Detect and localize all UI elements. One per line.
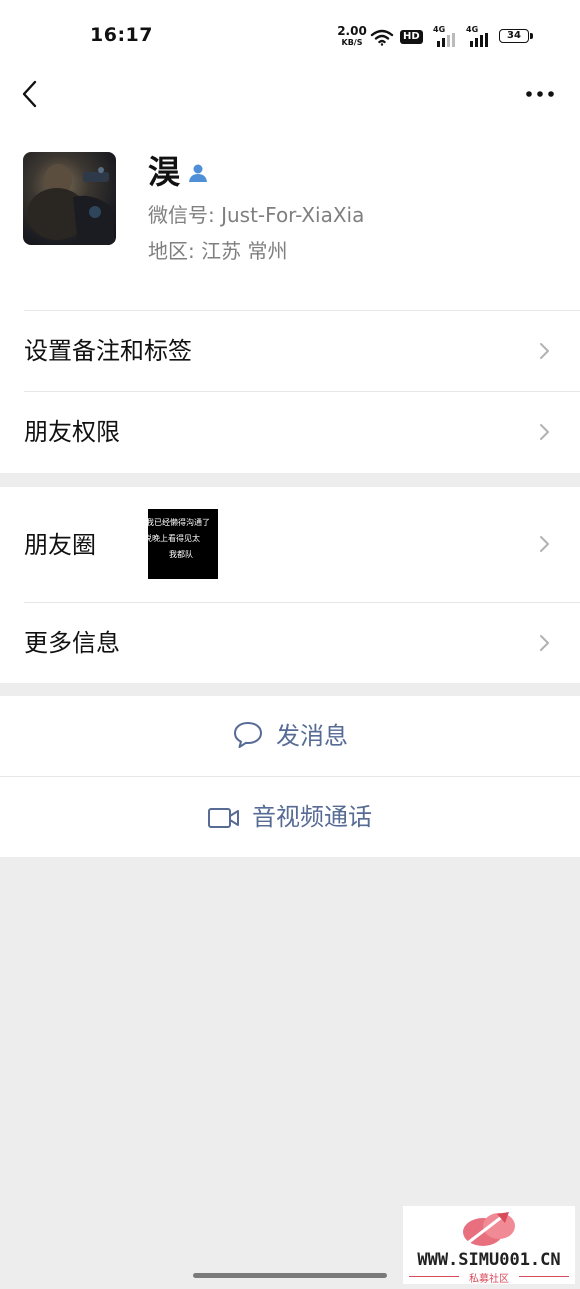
chat-bubble-icon <box>234 722 262 748</box>
friend-permissions-label: 朋友权限 <box>24 418 120 446</box>
thumbnail-text: 我已经懒得沟通了 <box>148 518 210 527</box>
wifi-icon <box>370 29 394 46</box>
back-button[interactable] <box>16 78 44 110</box>
hd-voice-badge: HD <box>400 30 423 44</box>
video-camera-icon <box>208 808 239 828</box>
home-indicator[interactable] <box>193 1273 387 1278</box>
watermark-logo-icon <box>463 1212 515 1246</box>
thumbnail-text: 我都队 <box>169 550 193 559</box>
watermark: WWW.SIMU001.CN 私募社区 <box>403 1206 575 1285</box>
avatar[interactable] <box>23 152 116 245</box>
chevron-right-icon <box>540 424 549 440</box>
video-call-label: 音视频通话 <box>252 803 372 831</box>
moments-thumbnail[interactable]: 我已经懒得沟通了 说晚上看得见太 我都队 <box>148 509 218 579</box>
chevron-right-icon <box>540 536 549 552</box>
moments-row[interactable]: 朋友圈 <box>0 487 580 602</box>
network-speed-value: 2.00 <box>337 24 367 38</box>
network-speed: 2.00 KB/S <box>337 24 367 48</box>
wechat-id: 微信号: Just-For-XiaXia <box>148 203 365 227</box>
status-bar: 16:17 2.00 KB/S HD 4G 4G 34 <box>0 0 580 70</box>
moments-label: 朋友圈 <box>24 531 96 559</box>
more-info-row[interactable]: 更多信息 <box>0 603 580 683</box>
remark-tags-row[interactable]: 设置备注和标签 <box>0 311 580 391</box>
status-time: 16:17 <box>90 24 153 46</box>
chevron-right-icon <box>540 635 549 651</box>
watermark-subtitle: 私募社区 <box>469 1274 509 1285</box>
remark-tags-label: 设置备注和标签 <box>24 337 192 365</box>
region: 地区: 江苏 常州 <box>148 239 288 263</box>
avatar-image <box>27 164 116 245</box>
more-info-label: 更多信息 <box>24 629 120 657</box>
signal-bars-icon <box>437 33 455 47</box>
send-message-label: 发消息 <box>276 722 348 750</box>
more-options-button[interactable] <box>524 86 556 102</box>
thumbnail-text: 说晚上看得见太 <box>148 534 200 543</box>
moments-section: 朋友圈 更多信息 <box>0 487 580 683</box>
chevron-right-icon <box>540 343 549 359</box>
battery-tip <box>530 33 533 39</box>
watermark-text: WWW.SIMU001.CN <box>417 1250 561 1270</box>
signal-bars-icon <box>470 33 488 47</box>
friend-permissions-row[interactable]: 朋友权限 <box>0 392 580 472</box>
video-call-button[interactable]: 音视频通话 <box>0 777 580 857</box>
network-speed-unit: KB/S <box>341 38 363 47</box>
watermark-rule <box>519 1276 569 1277</box>
person-icon <box>189 164 207 182</box>
battery-indicator: 34 <box>499 29 529 43</box>
send-message-button[interactable]: 发消息 <box>0 696 580 776</box>
settings-section: 设置备注和标签 朋友权限 <box>0 310 580 473</box>
contact-name: 淏 <box>148 153 181 191</box>
